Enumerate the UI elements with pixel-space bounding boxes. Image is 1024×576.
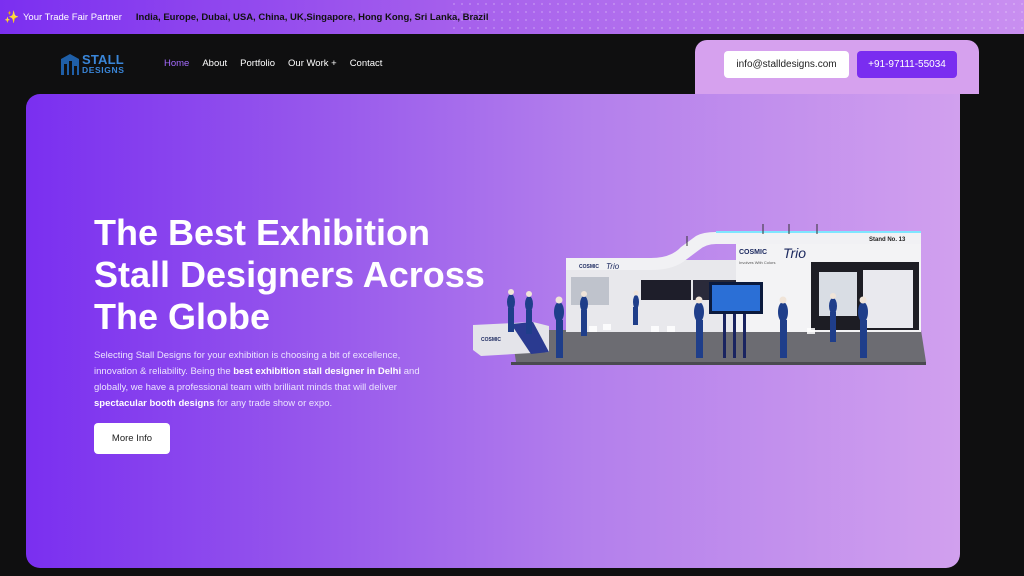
nav-contact[interactable]: Contact — [350, 58, 383, 69]
exhibition-stall-image: COSMIC Trio COSMIC Trio Involves With Co… — [473, 224, 926, 365]
announcement-bar: ✨ Your Trade Fair Partner India, Europe,… — [0, 0, 1024, 34]
logo-text-designs: DESIGNS — [82, 65, 125, 76]
nav-about[interactable]: About — [202, 58, 227, 69]
desc-text-3: for any trade show or expo. — [214, 398, 333, 409]
phone-button[interactable]: +91-97111-55034 — [857, 51, 957, 78]
nav-our-work[interactable]: Our Work + — [288, 58, 337, 69]
nav-home[interactable]: Home — [164, 58, 189, 69]
main-nav: Home About Portfolio Our Work + Contact — [164, 58, 395, 69]
stall-brand-script-small: Trio — [606, 262, 620, 271]
sparkle-icon: ✨ — [4, 10, 19, 24]
stall-brand-script: Trio — [783, 245, 806, 261]
stall-tagline: Involves With Colors — [739, 260, 775, 265]
desc-bold-2: spectacular booth designs — [94, 398, 215, 409]
hero-description: Selecting Stall Designs for your exhibit… — [94, 348, 424, 412]
desk-brand: COSMIC — [481, 337, 501, 343]
desc-bold-1: best exhibition stall designer in Delhi — [233, 366, 402, 377]
logo[interactable]: STALL DESIGNS — [60, 49, 126, 79]
hero-title: The Best Exhibition Stall Designers Acro… — [94, 212, 485, 337]
dot-pattern — [450, 0, 1024, 34]
partner-text: Your Trade Fair Partner — [22, 11, 122, 23]
stall-brand-small: COSMIC — [579, 264, 599, 270]
more-info-button[interactable]: More Info — [94, 423, 170, 454]
hero-section: The Best Exhibition Stall Designers Acro… — [26, 94, 960, 568]
stand-number: Stand No. 13 — [869, 237, 906, 243]
email-button[interactable]: info@stalldesigns.com — [724, 51, 849, 78]
nav-portfolio[interactable]: Portfolio — [240, 58, 275, 69]
countries-text: India, Europe, Dubai, USA, China, UK,Sin… — [135, 11, 489, 23]
stall-brand: COSMIC — [739, 249, 767, 256]
logo-mark-icon — [61, 54, 79, 75]
